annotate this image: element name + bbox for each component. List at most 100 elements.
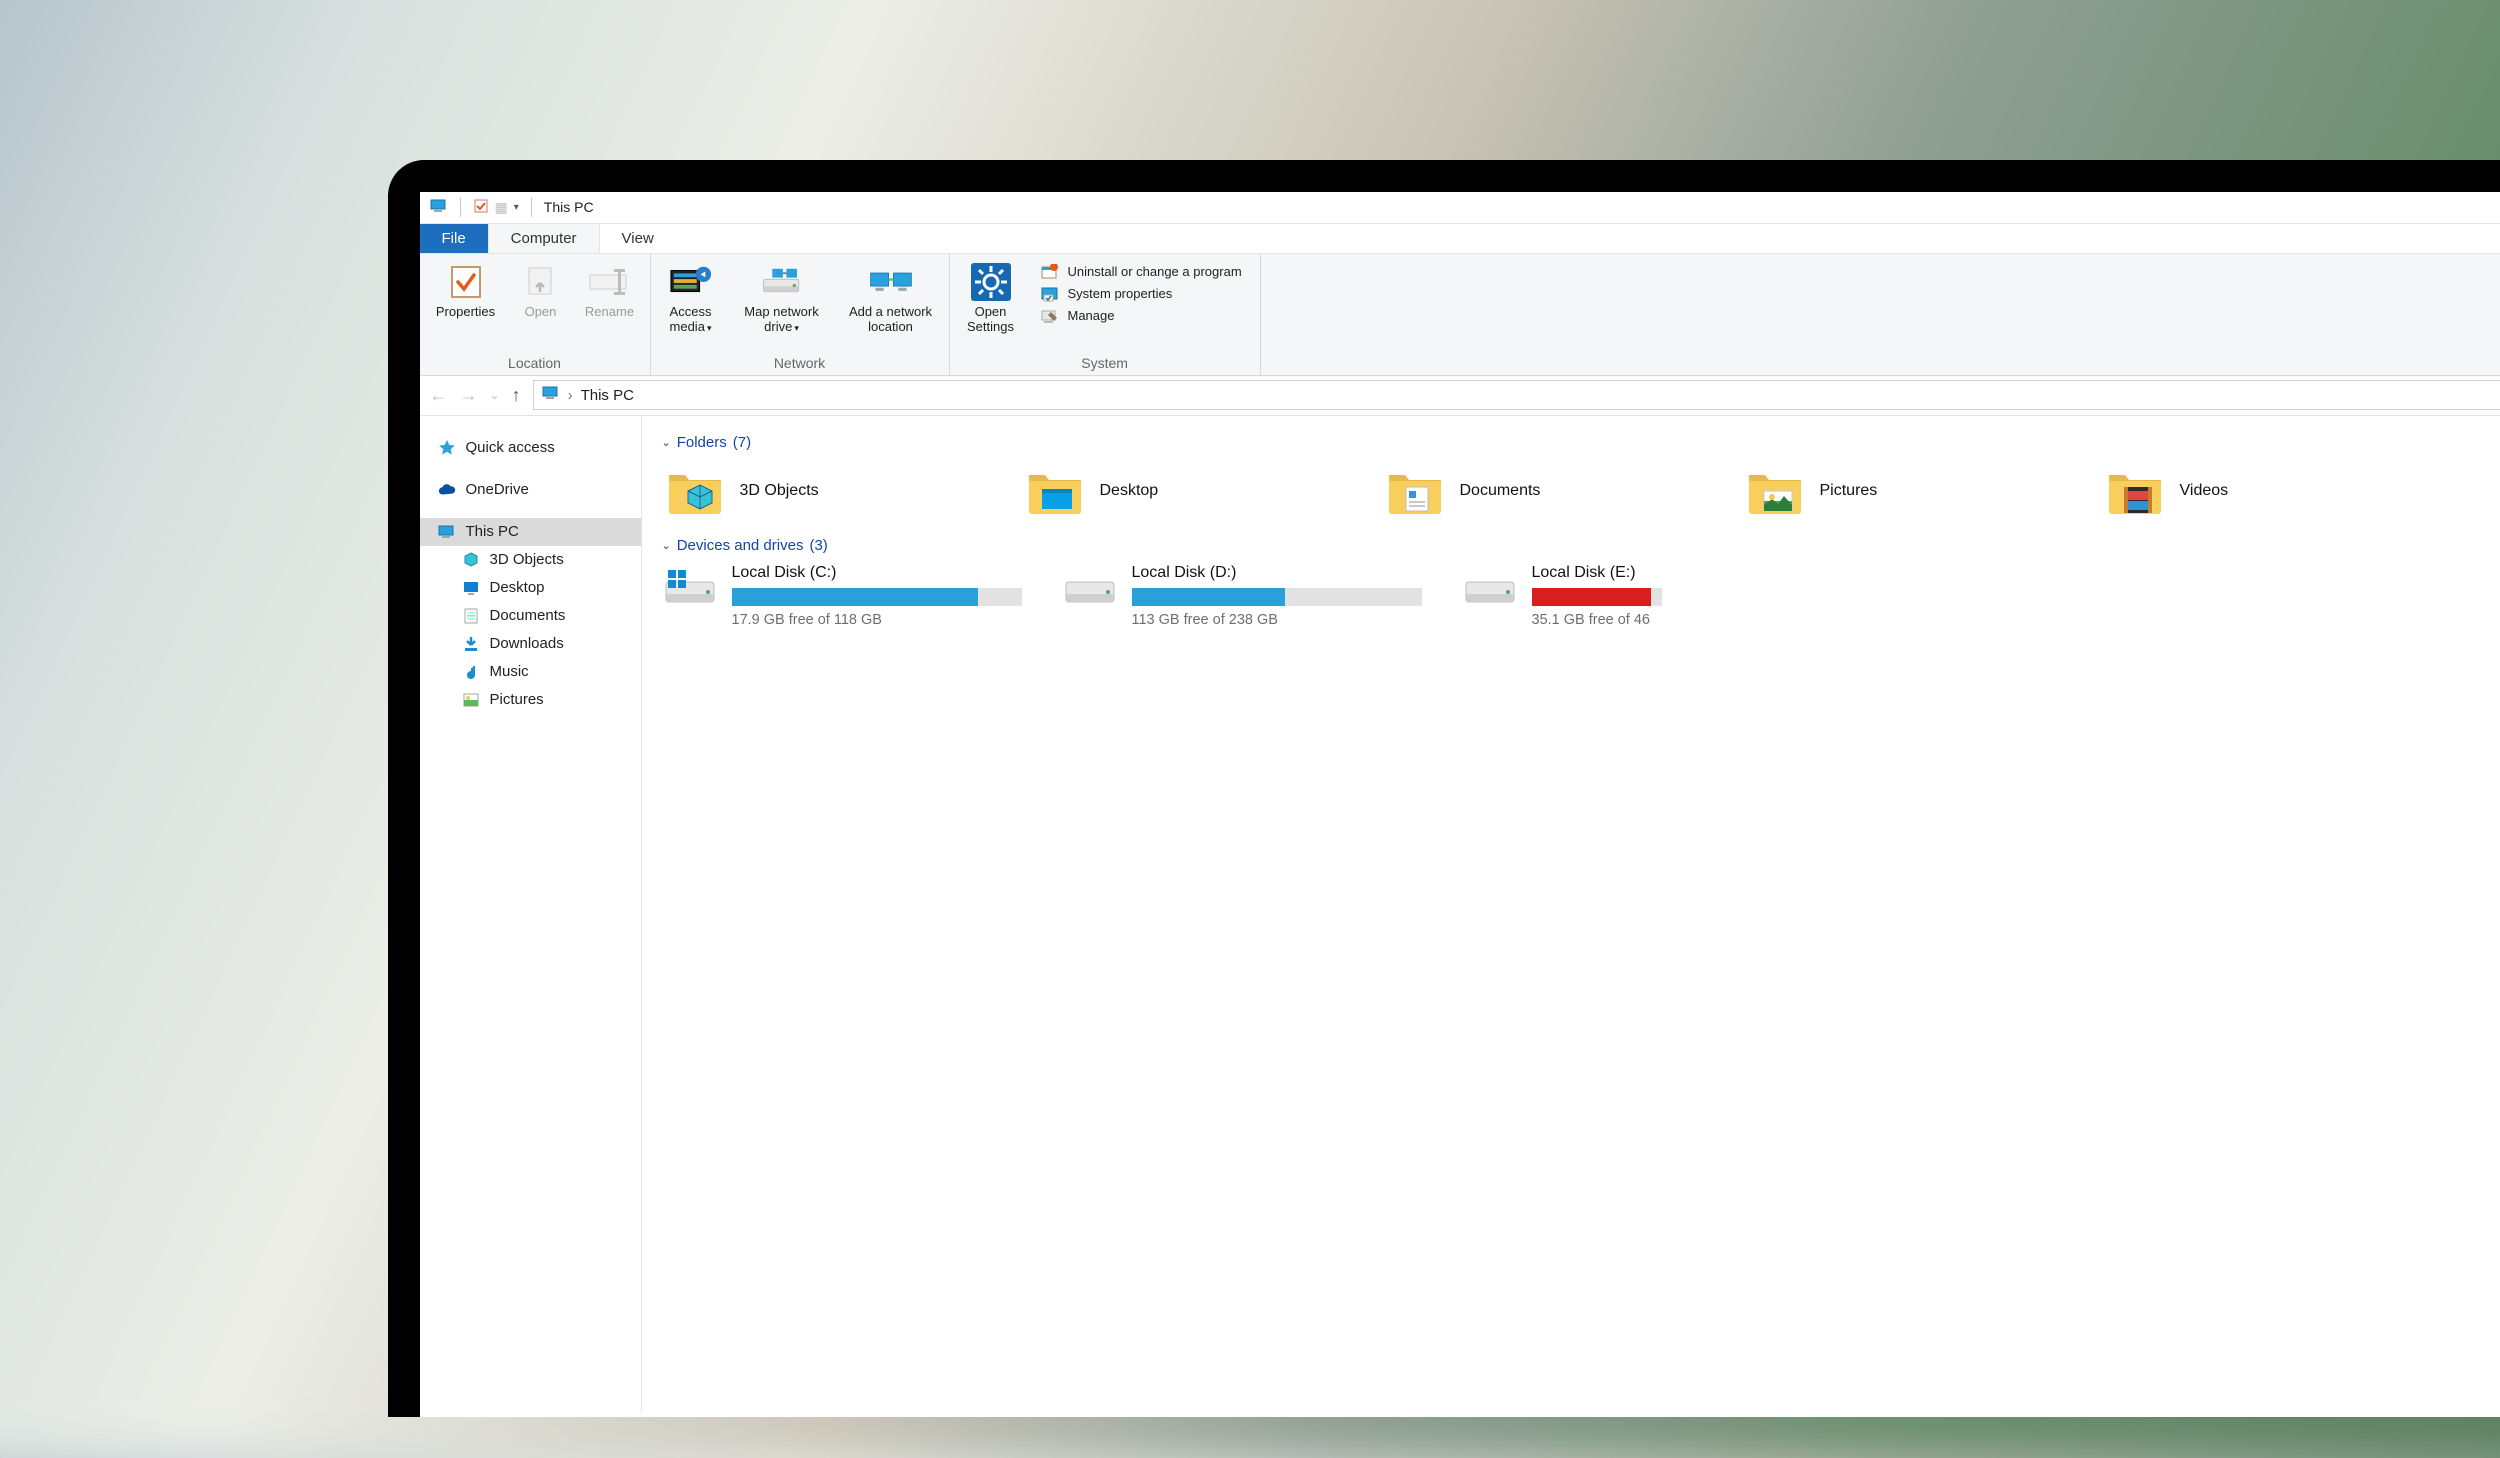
drive-usage-bar xyxy=(1532,588,1662,606)
drive-usage-bar xyxy=(1132,588,1422,606)
ribbon-group-system: Open Settings Uninstall or change a prog… xyxy=(950,254,1261,375)
3d-objects-icon xyxy=(462,551,480,569)
sidebar-label: OneDrive xyxy=(466,481,529,498)
main-view: ⌄ Folders (7) 3D Objects xyxy=(642,416,2500,1412)
group-label-network: Network xyxy=(661,351,939,371)
chevron-down-icon: ⌄ xyxy=(662,436,671,449)
qat-properties-icon[interactable] xyxy=(473,198,489,217)
tab-computer[interactable]: Computer xyxy=(489,224,600,253)
folder-label: Desktop xyxy=(1100,482,1159,500)
folder-pictures[interactable]: Pictures xyxy=(1742,461,2102,533)
uninstall-label: Uninstall or change a program xyxy=(1068,264,1242,279)
chevron-right-icon[interactable]: › xyxy=(568,387,573,404)
access-media-button[interactable]: Access media▾ xyxy=(661,260,721,351)
properties-icon xyxy=(444,264,488,300)
rename-icon xyxy=(588,264,632,300)
section-drives-header[interactable]: ⌄ Devices and drives (3) xyxy=(662,537,2500,554)
ribbon-tabs: File Computer View xyxy=(420,224,2500,254)
address-location: This PC xyxy=(581,387,634,404)
desktop-folder-icon xyxy=(1026,467,1084,515)
folders-grid: 3D Objects Desktop Documents xyxy=(662,461,2500,533)
nav-back-button[interactable]: ← xyxy=(430,385,448,406)
properties-label: Properties xyxy=(436,304,495,319)
sidebar-desktop[interactable]: Desktop xyxy=(420,574,641,602)
address-bar[interactable]: › This PC xyxy=(533,380,2500,410)
qat-this-pc-icon[interactable] xyxy=(430,199,448,216)
manage-button[interactable]: Manage xyxy=(1040,308,1242,324)
nav-up-button[interactable]: ↑ xyxy=(512,385,521,406)
drive-icon xyxy=(1062,564,1118,608)
title-bar: ▦ ▾ This PC xyxy=(420,192,2500,224)
sidebar-this-pc[interactable]: This PC xyxy=(420,518,641,546)
nav-recent-dropdown[interactable]: ⌄ xyxy=(490,388,500,402)
documents-icon xyxy=(462,607,480,625)
map-drive-label: Map network drive▾ xyxy=(735,304,829,334)
add-location-label: Add a network location xyxy=(843,304,939,334)
drive-icon xyxy=(662,564,718,608)
tab-view[interactable]: View xyxy=(600,224,676,253)
quick-access-icon xyxy=(438,439,456,457)
folder-videos[interactable]: Videos xyxy=(2102,461,2462,533)
drive-label: Local Disk (E:) xyxy=(1532,564,1662,582)
drive-free-text: 17.9 GB free of 118 GB xyxy=(732,612,1022,628)
content-area: Quick access OneDrive This PC 3D Objects xyxy=(420,416,2500,1412)
pictures-folder-icon xyxy=(1746,467,1804,515)
add-location-icon xyxy=(869,264,913,300)
sidebar-pictures[interactable]: Pictures xyxy=(420,686,641,714)
group-label-location: Location xyxy=(430,351,640,371)
drives-grid: Local Disk (C:) 17.9 GB free of 118 GB L… xyxy=(662,564,2500,628)
folder-desktop[interactable]: Desktop xyxy=(1022,461,1382,533)
map-drive-button[interactable]: Map network drive▾ xyxy=(735,260,829,351)
sidebar-label: Documents xyxy=(490,607,566,624)
access-media-label: Access media▾ xyxy=(661,304,721,334)
properties-button[interactable]: Properties xyxy=(430,260,502,351)
documents-folder-icon xyxy=(1386,467,1444,515)
drive-label: Local Disk (C:) xyxy=(732,564,1022,582)
tab-file[interactable]: File xyxy=(420,224,489,253)
ribbon: Properties Open Rename xyxy=(420,254,2500,376)
folder-documents[interactable]: Documents xyxy=(1382,461,1742,533)
open-button[interactable]: Open xyxy=(516,260,566,351)
nav-forward-button[interactable]: → xyxy=(460,385,478,406)
section-folders-header[interactable]: ⌄ Folders (7) xyxy=(662,434,2500,451)
sidebar-3d-objects[interactable]: 3D Objects xyxy=(420,546,641,574)
system-properties-button[interactable]: System properties xyxy=(1040,286,1242,302)
sidebar-quick-access[interactable]: Quick access xyxy=(420,434,641,462)
drive-d[interactable]: Local Disk (D:) 113 GB free of 238 GB xyxy=(1062,564,1422,628)
window-title: This PC xyxy=(544,199,594,215)
folder-3d-objects[interactable]: 3D Objects xyxy=(662,461,1022,533)
sidebar-downloads[interactable]: Downloads xyxy=(420,630,641,658)
open-icon xyxy=(519,264,563,300)
sidebar-documents[interactable]: Documents xyxy=(420,602,641,630)
drive-e[interactable]: Local Disk (E:) 35.1 GB free of 46 xyxy=(1462,564,1662,628)
group-label-system: System xyxy=(960,351,1250,371)
rename-button[interactable]: Rename xyxy=(580,260,640,351)
drive-label: Local Disk (D:) xyxy=(1132,564,1422,582)
add-location-button[interactable]: Add a network location xyxy=(843,260,939,351)
rename-label: Rename xyxy=(585,304,634,319)
sidebar-label: 3D Objects xyxy=(490,551,564,568)
this-pc-icon xyxy=(438,523,456,541)
sidebar-label: Quick access xyxy=(466,439,555,456)
address-this-pc-icon xyxy=(542,386,560,404)
open-settings-button[interactable]: Open Settings xyxy=(960,260,1022,351)
onedrive-icon xyxy=(438,481,456,499)
drive-c[interactable]: Local Disk (C:) 17.9 GB free of 118 GB xyxy=(662,564,1022,628)
ribbon-group-location: Properties Open Rename xyxy=(420,254,651,375)
sidebar-label: Music xyxy=(490,663,529,680)
open-settings-label: Open Settings xyxy=(960,304,1022,334)
qat-new-folder-icon[interactable]: ▦ xyxy=(495,199,508,216)
sidebar-onedrive[interactable]: OneDrive xyxy=(420,476,641,504)
qat-dropdown-icon[interactable]: ▾ xyxy=(514,202,519,213)
sidebar-music[interactable]: Music xyxy=(420,658,641,686)
uninstall-program-button[interactable]: Uninstall or change a program xyxy=(1040,264,1242,280)
sidebar-label: Desktop xyxy=(490,579,545,596)
sidebar-label: This PC xyxy=(466,523,519,540)
system-properties-icon xyxy=(1040,286,1060,302)
screen: ▦ ▾ This PC File Computer View Pr xyxy=(420,192,2500,1417)
chevron-down-icon: ⌄ xyxy=(662,539,671,552)
section-count: (3) xyxy=(809,537,827,554)
navigation-pane: Quick access OneDrive This PC 3D Objects xyxy=(420,416,642,1412)
separator xyxy=(531,197,532,217)
manage-label: Manage xyxy=(1068,308,1115,323)
